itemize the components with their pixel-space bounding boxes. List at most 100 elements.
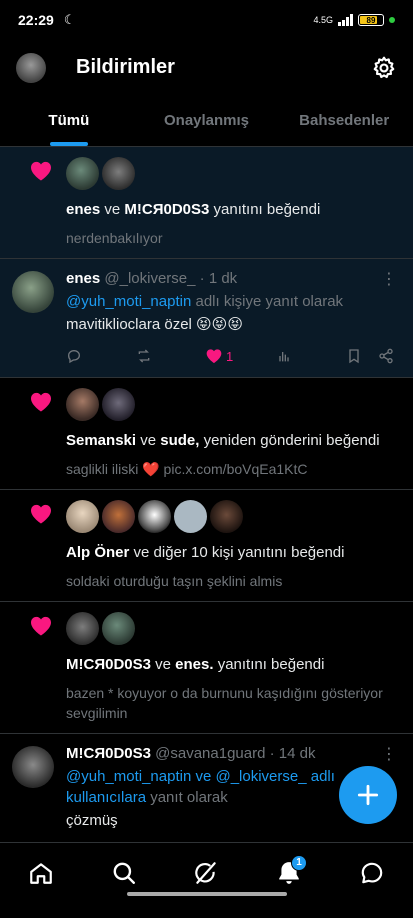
bookmark-button[interactable] — [346, 348, 378, 364]
action-text: yanıtını beğendi — [213, 201, 321, 218]
tab-bar: Tümü Onaylanmış Bahsedenler — [0, 95, 413, 147]
nav-search[interactable] — [104, 853, 144, 893]
reply-icon — [67, 349, 81, 364]
more-options-icon[interactable]: ⋮ — [381, 744, 397, 764]
notification-item[interactable]: enes ve M!CЯ0D0S3 yanıtını beğendi nerde… — [0, 147, 413, 259]
tweet-time: · 14 dk — [269, 745, 316, 762]
avatar[interactable] — [210, 500, 243, 533]
reply-tweet[interactable]: enes @_lokiverse_ · 1 dk ⋮ @yuh_moti_nap… — [0, 259, 413, 378]
notification-text: Alp Öner ve diğer 10 kişi yanıtını beğen… — [66, 543, 399, 563]
like-count: 1 — [226, 348, 234, 364]
repost-icon — [138, 349, 150, 363]
user-name: enes. — [175, 656, 214, 673]
liker-avatars — [66, 612, 399, 645]
share-button[interactable] — [378, 348, 394, 364]
connector-text: ve — [140, 432, 157, 449]
status-time: 22:29 — [18, 12, 54, 28]
notification-item[interactable]: Semanski ve sude, yeniden gönderini beğe… — [0, 378, 413, 490]
heart-icon — [206, 349, 222, 363]
avatar[interactable] — [66, 612, 99, 645]
connector-text: ve — [104, 201, 121, 218]
tweet-header: M!CЯ0D0S3 @savana1guard · 14 dk — [66, 744, 399, 764]
avatar[interactable] — [102, 157, 135, 190]
heart-icon — [31, 616, 51, 636]
nav-home[interactable] — [21, 853, 61, 893]
battery-icon: 89 — [358, 14, 384, 26]
author-handle: @_lokiverse_ — [104, 270, 196, 287]
action-text: yeniden gönderini beğendi — [203, 432, 380, 449]
reply-button[interactable] — [66, 348, 136, 364]
gear-icon[interactable] — [371, 55, 397, 81]
privacy-dot-icon — [389, 17, 395, 23]
user-name: M!CЯ0D0S3 — [124, 201, 210, 218]
views-icon — [279, 352, 289, 362]
reply-mention[interactable]: @yuh_moti_naptin — [66, 293, 191, 310]
liker-avatars — [66, 388, 399, 421]
avatar[interactable] — [66, 500, 99, 533]
default-avatar-icon[interactable] — [174, 500, 207, 533]
views-button[interactable] — [276, 348, 346, 364]
notification-snippet: bazen * koyuyor o da burnunu kaşıdığını … — [66, 685, 383, 721]
user-name: sude, — [160, 432, 200, 449]
avatar[interactable] — [102, 612, 135, 645]
connector-text: ve — [155, 656, 171, 673]
avatar[interactable] — [138, 500, 171, 533]
like-button[interactable]: 1 — [206, 348, 276, 364]
notification-badge: 1 — [291, 854, 308, 871]
bottom-nav: 1 — [0, 842, 413, 902]
reply-suffix: yanıt olarak — [150, 789, 228, 806]
author-name[interactable]: M!CЯ0D0S3 — [66, 745, 151, 762]
plus-icon — [357, 784, 379, 806]
liker-avatars — [66, 157, 399, 190]
grok-icon — [195, 861, 217, 884]
search-icon — [113, 862, 135, 884]
avatar[interactable] — [102, 388, 135, 421]
tab-mentions[interactable]: Bahsedenler — [275, 95, 413, 146]
tweet-actions: 1 — [66, 345, 399, 367]
liker-avatars — [66, 500, 399, 533]
user-name: M!CЯ0D0S3 — [66, 656, 151, 673]
notification-snippet: nerdenbakılıyor — [66, 230, 163, 246]
tweet-time: · 1 dk — [199, 270, 238, 287]
author-handle: @savana1guard — [155, 745, 266, 762]
heart-icon — [31, 504, 51, 524]
notification-item[interactable]: Alp Öner ve diğer 10 kişi yanıtını beğen… — [0, 490, 413, 602]
action-text: yanıtını beğendi — [217, 656, 325, 673]
notification-snippet: soldaki oturduğu taşın şeklini almis — [66, 573, 283, 589]
nav-messages[interactable] — [352, 853, 392, 893]
notifications-feed: enes ve M!CЯ0D0S3 yanıtını beğendi nerde… — [0, 147, 413, 842]
tab-all[interactable]: Tümü — [0, 95, 138, 146]
nav-notifications[interactable]: 1 — [269, 853, 309, 893]
avatar[interactable] — [66, 388, 99, 421]
notification-text: Semanski ve sude, yeniden gönderini beğe… — [66, 431, 399, 451]
tweet-header: enes @_lokiverse_ · 1 dk — [66, 269, 399, 289]
notification-item[interactable]: M!CЯ0D0S3 ve enes. yanıtını beğendi baze… — [0, 602, 413, 734]
more-options-icon[interactable]: ⋮ — [381, 269, 397, 289]
home-indicator — [126, 892, 287, 896]
action-text: ve diğer 10 kişi yanıtını beğendi — [133, 544, 345, 561]
compose-button[interactable] — [339, 766, 397, 824]
home-icon — [30, 862, 53, 884]
profile-avatar[interactable] — [16, 52, 46, 83]
nav-grok[interactable] — [186, 853, 226, 893]
unread-group: enes ve M!CЯ0D0S3 yanıtını beğendi nerde… — [0, 147, 413, 378]
chat-icon — [361, 862, 382, 883]
user-name: Alp Öner — [66, 544, 130, 561]
avatar[interactable] — [12, 271, 54, 313]
avatar[interactable] — [66, 157, 99, 190]
avatar[interactable] — [102, 500, 135, 533]
heart-icon — [31, 161, 51, 181]
tab-verified[interactable]: Onaylanmış — [138, 95, 276, 146]
network-label: 4.5G — [313, 15, 333, 25]
page-title: Bildirimler — [76, 56, 175, 78]
user-name: enes — [66, 201, 101, 218]
moon-icon: ☾ — [63, 12, 76, 27]
repost-button[interactable] — [136, 348, 206, 364]
avatar[interactable] — [12, 746, 54, 788]
signal-icon — [338, 14, 353, 26]
reply-context: @yuh_moti_naptin adlı kişiye yanıt olara… — [66, 291, 399, 312]
notification-snippet: saglikli iliski ❤️ pic.x.com/boVqEa1KtC — [66, 461, 308, 477]
battery-level: 89 — [366, 15, 376, 25]
status-bar: 22:29 ☾ 4.5G 89 — [0, 0, 413, 40]
author-name[interactable]: enes — [66, 270, 100, 287]
